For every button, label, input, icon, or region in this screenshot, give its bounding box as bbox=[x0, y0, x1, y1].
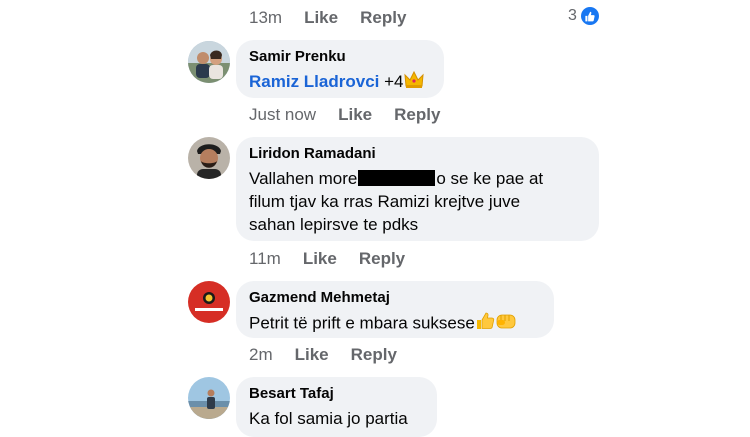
like-button[interactable]: Like bbox=[303, 249, 337, 269]
crown-emoji bbox=[403, 70, 424, 95]
comment-text-line-3: sahan lepirsve te pdks bbox=[249, 215, 419, 234]
comment-actions: Just now Like Reply bbox=[249, 105, 462, 125]
comment-text-line-1-start: Vallahen more bbox=[249, 169, 358, 188]
like-button[interactable]: Like bbox=[304, 8, 338, 28]
comment-text: Petrit të prift e mbara suksese bbox=[249, 311, 517, 337]
comment-author[interactable]: Gazmend Mehmetaj bbox=[249, 289, 390, 306]
comment-time: Just now bbox=[249, 105, 317, 124]
comment-text: Ramiz Lladrovci +4 bbox=[249, 70, 424, 95]
avatar[interactable] bbox=[188, 41, 230, 83]
comment-author[interactable]: Besart Tafaj bbox=[249, 385, 334, 402]
redaction-bar bbox=[358, 170, 436, 186]
comment-time: 2m bbox=[249, 345, 273, 364]
comment-actions: 2m Like Reply bbox=[249, 345, 419, 365]
comment-text-line-2: filum tjav ka rras Ramizi krejtve juve bbox=[249, 192, 521, 211]
reaction-count[interactable]: 3 bbox=[568, 7, 599, 25]
mention-link[interactable]: Ramiz Lladrovci bbox=[249, 72, 379, 91]
reply-button[interactable]: Reply bbox=[394, 105, 440, 125]
comment-time: 13m bbox=[249, 8, 283, 27]
reaction-count-number: 3 bbox=[568, 7, 577, 24]
comment-author[interactable]: Liridon Ramadani bbox=[249, 145, 376, 162]
comment-time: 11m bbox=[249, 249, 281, 268]
comment-text: Ka fol samia jo partia bbox=[249, 409, 408, 428]
comment-text-body: Petrit të prift e mbara suksese bbox=[249, 313, 475, 333]
avatar[interactable] bbox=[188, 281, 230, 323]
comment-author[interactable]: Samir Prenku bbox=[249, 48, 346, 65]
thumbs-up-emoji bbox=[475, 311, 495, 337]
comment-actions: 11m Like Reply bbox=[249, 249, 427, 269]
reply-button[interactable]: Reply bbox=[360, 8, 406, 28]
avatar[interactable] bbox=[188, 377, 230, 419]
comment-text-line-1-end: o se ke pae at bbox=[436, 169, 544, 188]
like-button[interactable]: Like bbox=[338, 105, 372, 125]
comment-text: Vallahen more o se ke pae at filum tjav k… bbox=[249, 167, 543, 236]
reply-button[interactable]: Reply bbox=[351, 345, 397, 365]
fist-emoji bbox=[495, 311, 517, 337]
like-button[interactable]: Like bbox=[295, 345, 329, 365]
avatar[interactable] bbox=[188, 137, 230, 179]
previous-comment-actions: 13m Like Reply bbox=[249, 8, 428, 28]
thumbs-up-icon bbox=[580, 7, 599, 25]
reply-button[interactable]: Reply bbox=[359, 249, 405, 269]
mention-extra: +4 bbox=[384, 72, 404, 91]
